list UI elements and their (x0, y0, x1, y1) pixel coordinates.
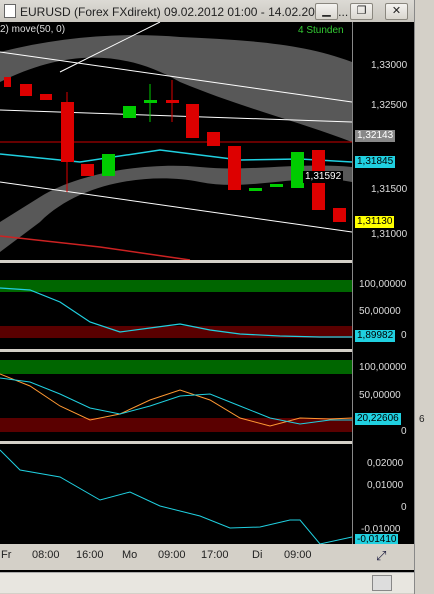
last-price-label: 1,31592 (303, 171, 344, 183)
candle (333, 208, 346, 222)
close-button[interactable]: ✕ (385, 3, 408, 20)
time-tick: Mo (122, 549, 138, 561)
axis-tick: 1,33000 (371, 60, 408, 71)
window-title-text: EURUSD (Forex FXdirekt) 09.02.2012 01:00… (20, 5, 349, 19)
cyan-price-tag: 1,31845 (355, 156, 396, 168)
candle (4, 77, 11, 87)
axis-tick: 1,31500 (371, 184, 408, 195)
pane-4-plot (0, 449, 353, 545)
price-axis[interactable]: 1,33000 1,32500 1,31500 1,31000 1,32143 … (352, 22, 415, 570)
oversold-band-2 (0, 418, 352, 432)
candle (166, 100, 179, 103)
candle (186, 104, 199, 138)
axis-tick: 50,00000 (359, 390, 401, 401)
axis-tick: 100,00000 (359, 362, 407, 373)
document-icon (4, 4, 16, 18)
candle (20, 84, 32, 96)
pane-2-value-tag: 1,89982 (355, 330, 396, 342)
candle (249, 188, 262, 191)
restore-button[interactable]: ❐ (350, 3, 373, 20)
indicator-label: 2) move(50, 0) (0, 24, 66, 35)
candle (228, 146, 241, 190)
horizontal-scrollbar[interactable] (0, 572, 414, 593)
time-tick: Di (252, 549, 263, 561)
time-tick: 09:00 (284, 549, 312, 561)
timeframe-label: 4 Stunden (298, 25, 344, 36)
pointer-icon[interactable]: ⤢ (376, 548, 386, 564)
candle (40, 94, 52, 100)
time-tick: 16:00 (76, 549, 104, 561)
overbought-band-2 (0, 360, 352, 374)
time-tick: 08:00 (32, 549, 60, 561)
axis-tick: 1,32500 (371, 100, 408, 111)
time-tick: 17:00 (201, 549, 229, 561)
time-tick: Fr (1, 549, 12, 561)
grey-price-tag: 1,32143 (355, 130, 396, 142)
axis-tick: 0,01000 (367, 480, 404, 491)
chart-window: EURUSD (Forex FXdirekt) 09.02.2012 01:00… (0, 0, 415, 594)
candle (81, 164, 94, 176)
last-price-tag: 1,31130 (355, 216, 395, 228)
price-pane (0, 22, 353, 261)
pane-4-line (0, 449, 353, 545)
axis-tick: 0 (401, 330, 407, 341)
candle (123, 106, 136, 118)
window-title: EURUSD (Forex FXdirekt) 09.02.2012 01:00… (4, 4, 348, 19)
pane-2-plot (0, 280, 352, 338)
adjacent-text: 6 (419, 414, 425, 425)
candle (102, 154, 115, 176)
candle (144, 100, 157, 103)
candle (61, 102, 74, 162)
minimize-button[interactable]: ▁ (315, 3, 338, 20)
red-trend (0, 235, 191, 261)
candle (207, 132, 220, 146)
axis-tick: 0 (401, 426, 407, 437)
scroll-thumb[interactable] (372, 575, 392, 591)
axis-tick: 0 (401, 502, 407, 513)
axis-tick: 50,00000 (359, 306, 401, 317)
time-tick: 09:00 (158, 549, 186, 561)
axis-tick: 100,00000 (359, 279, 407, 290)
axis-tick: 0,02000 (367, 458, 404, 469)
overbought-band (0, 280, 352, 292)
axis-tick: 1,31000 (371, 229, 408, 240)
candle (270, 184, 283, 187)
pane-3-value-tag: 20,22606 (355, 413, 401, 425)
title-bar[interactable]: EURUSD (Forex FXdirekt) 09.02.2012 01:00… (0, 0, 414, 23)
pane-3-plot (0, 360, 353, 432)
adjacent-window-edge: 6 (414, 0, 434, 594)
